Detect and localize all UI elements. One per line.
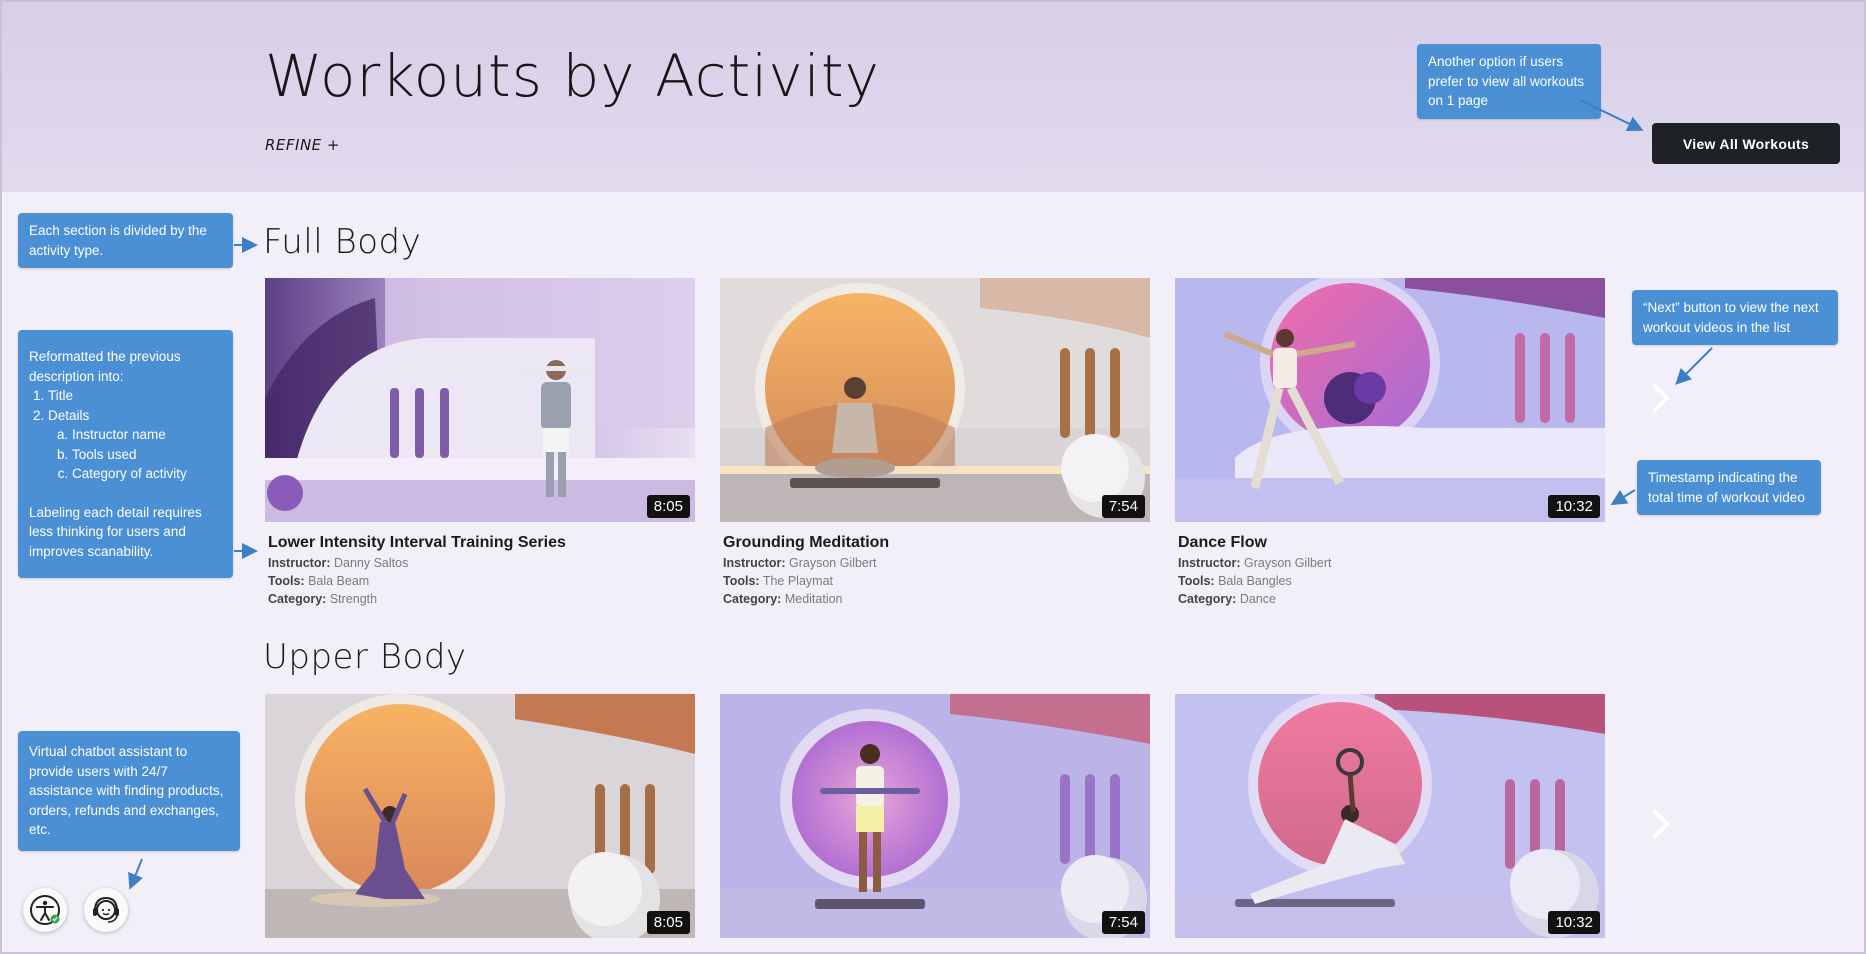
refine-toggle[interactable]: REFINE + xyxy=(265,136,340,154)
accessibility-icon xyxy=(30,895,60,925)
tools-label: Tools: xyxy=(268,574,305,588)
card-title[interactable]: Grounding Meditation xyxy=(723,534,1150,552)
instructor-label: Instructor: xyxy=(723,556,786,570)
workout-card[interactable]: 8:05 xyxy=(265,694,695,938)
annotation-section: Each section is divided by the activity … xyxy=(18,213,233,268)
instructor-label: Instructor: xyxy=(1178,556,1241,570)
category-label: Category: xyxy=(723,592,782,606)
duration-timestamp: 10:32 xyxy=(1548,495,1600,518)
next-button-upper-body[interactable] xyxy=(1646,804,1676,844)
video-thumbnail[interactable]: 8:05 xyxy=(265,278,695,522)
instructor-value: Grayson Gilbert xyxy=(788,556,877,570)
workout-card[interactable]: 8:05 Lower Intensity Interval Training S… xyxy=(265,278,695,606)
workout-card[interactable]: 7:54 Grounding Meditation Instructor: Gr… xyxy=(720,278,1150,606)
annotation-reformat-subitem: Tools used xyxy=(72,445,222,465)
annotation-timestamp: Timestamp indicating the total time of w… xyxy=(1637,460,1821,515)
chevron-right-icon xyxy=(1653,810,1669,838)
annotation-view-all: Another option if users prefer to view a… xyxy=(1417,44,1601,119)
tools-value: Bala Beam xyxy=(308,574,370,588)
section-title-full-body: Full Body xyxy=(263,222,422,262)
instructor-detail: Instructor: Danny Saltos xyxy=(268,556,695,570)
video-thumbnail[interactable]: 8:05 xyxy=(265,694,695,938)
section-title-upper-body: Upper Body xyxy=(263,637,467,677)
instructor-detail: Instructor: Grayson Gilbert xyxy=(1178,556,1605,570)
video-thumbnail[interactable]: 7:54 xyxy=(720,694,1150,938)
annotation-reformat-outro: Labeling each detail requires less think… xyxy=(29,504,202,559)
tools-detail: Tools: Bala Bangles xyxy=(1178,574,1605,588)
chatbot-button[interactable] xyxy=(84,888,128,932)
video-thumbnail[interactable]: 7:54 xyxy=(720,278,1150,522)
duration-timestamp: 10:32 xyxy=(1548,911,1600,934)
workout-card[interactable]: 10:32 xyxy=(1175,694,1605,938)
headset-chat-icon xyxy=(93,896,119,923)
category-detail: Category: Strength xyxy=(268,592,695,606)
video-thumbnail[interactable]: 10:32 xyxy=(1175,278,1605,522)
tools-value: Bala Bangles xyxy=(1218,574,1292,588)
instructor-value: Danny Saltos xyxy=(333,556,409,570)
tools-detail: Tools: Bala Beam xyxy=(268,574,695,588)
video-thumbnail[interactable]: 10:32 xyxy=(1175,694,1605,938)
instructor-detail: Instructor: Grayson Gilbert xyxy=(723,556,1150,570)
card-title[interactable]: Lower Intensity Interval Training Series xyxy=(268,534,695,552)
annotation-reformat-sublist: Instructor name Tools used Category of a… xyxy=(48,425,222,484)
category-label: Category: xyxy=(1178,592,1237,606)
page-frame: Workouts by Activity REFINE + View All W… xyxy=(0,0,1866,954)
tools-label: Tools: xyxy=(1178,574,1215,588)
page-title: Workouts by Activity xyxy=(265,42,880,110)
workout-card[interactable]: 10:32 Dance Flow Instructor: Grayson Gil… xyxy=(1175,278,1605,606)
annotation-reformat-list: Title Details Instructor name Tools used… xyxy=(29,386,222,484)
workout-card[interactable]: 7:54 xyxy=(720,694,1150,938)
chevron-right-icon xyxy=(1653,384,1669,412)
category-detail: Category: Meditation xyxy=(723,592,1150,606)
tools-detail: Tools: The Playmat xyxy=(723,574,1150,588)
category-label: Category: xyxy=(268,592,327,606)
annotation-reformat-subitem: Instructor name xyxy=(72,425,222,445)
duration-timestamp: 7:54 xyxy=(1101,495,1145,518)
category-value: Dance xyxy=(1239,592,1276,606)
annotation-next: “Next” button to view the next workout v… xyxy=(1632,290,1838,345)
duration-timestamp: 7:54 xyxy=(1101,911,1145,934)
view-all-workouts-button[interactable]: View All Workouts xyxy=(1652,123,1840,164)
annotation-reformat-item: Title xyxy=(48,386,222,406)
category-value: Meditation xyxy=(784,592,843,606)
annotation-chatbot: Virtual chatbot assistant to provide use… xyxy=(18,731,240,851)
next-button-full-body[interactable] xyxy=(1646,378,1676,418)
instructor-label: Instructor: xyxy=(268,556,331,570)
tools-label: Tools: xyxy=(723,574,760,588)
duration-timestamp: 8:05 xyxy=(646,911,690,934)
card-title[interactable]: Dance Flow xyxy=(1178,534,1605,552)
tools-value: The Playmat xyxy=(762,574,833,588)
annotation-reformat-intro: Reformatted the previous description int… xyxy=(29,349,181,384)
annotation-reformat: Reformatted the previous description int… xyxy=(18,330,233,578)
category-detail: Category: Dance xyxy=(1178,592,1605,606)
duration-timestamp: 8:05 xyxy=(646,495,690,518)
accessibility-button[interactable] xyxy=(23,888,67,932)
annotation-reformat-item-label: Details xyxy=(48,407,90,423)
category-value: Strength xyxy=(329,592,378,606)
instructor-value: Grayson Gilbert xyxy=(1243,556,1332,570)
annotation-reformat-item: Details Instructor name Tools used Categ… xyxy=(48,406,222,484)
annotation-reformat-subitem: Category of activity xyxy=(72,464,222,484)
